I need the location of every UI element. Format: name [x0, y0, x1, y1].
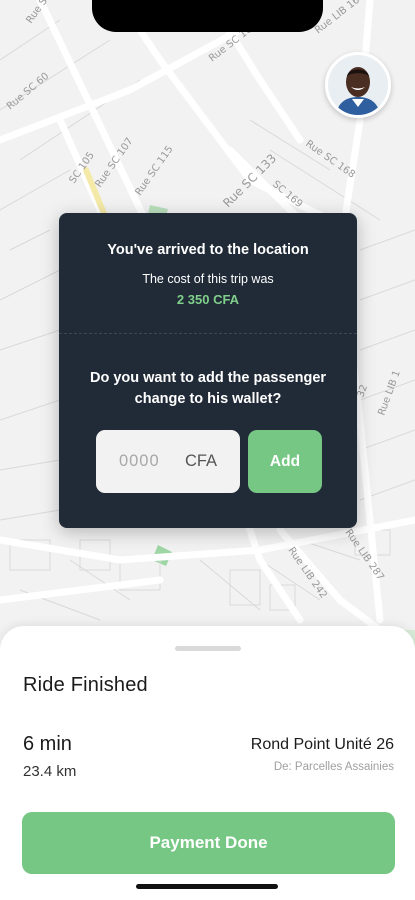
sheet-title: Ride Finished: [23, 674, 148, 696]
ride-duration: 6 min: [23, 733, 72, 755]
trip-cost-text: The cost of this trip was: [142, 272, 274, 286]
origin-name: De: Parcelles Assainies: [273, 761, 394, 773]
payment-done-button[interactable]: Payment Done: [22, 812, 395, 874]
change-amount-field[interactable]: CFA: [96, 430, 240, 493]
add-button[interactable]: Add: [248, 430, 322, 493]
device-notch: [92, 0, 323, 32]
arrival-dialog: You've arrived to the location The cost …: [59, 213, 357, 528]
destination-name: Rond Point Unité 26: [250, 736, 394, 753]
wallet-question: Do you want to add the passenger change …: [89, 370, 327, 407]
home-indicator[interactable]: [136, 884, 278, 889]
currency-label: CFA: [184, 452, 218, 470]
sheet-drag-handle[interactable]: [175, 646, 241, 651]
dialog-title: You've arrived to the location: [107, 242, 309, 258]
ride-summary-sheet: Ride Finished 6 min 23.4 km Rond Point U…: [0, 626, 415, 900]
change-amount-input[interactable]: [118, 452, 167, 471]
driver-avatar[interactable]: [325, 52, 391, 118]
dialog-divider: [59, 333, 357, 334]
driver-avatar-icon: [328, 55, 388, 115]
trip-cost-value: 2 350 CFA: [176, 292, 240, 307]
ride-distance: 23.4 km: [23, 763, 77, 780]
